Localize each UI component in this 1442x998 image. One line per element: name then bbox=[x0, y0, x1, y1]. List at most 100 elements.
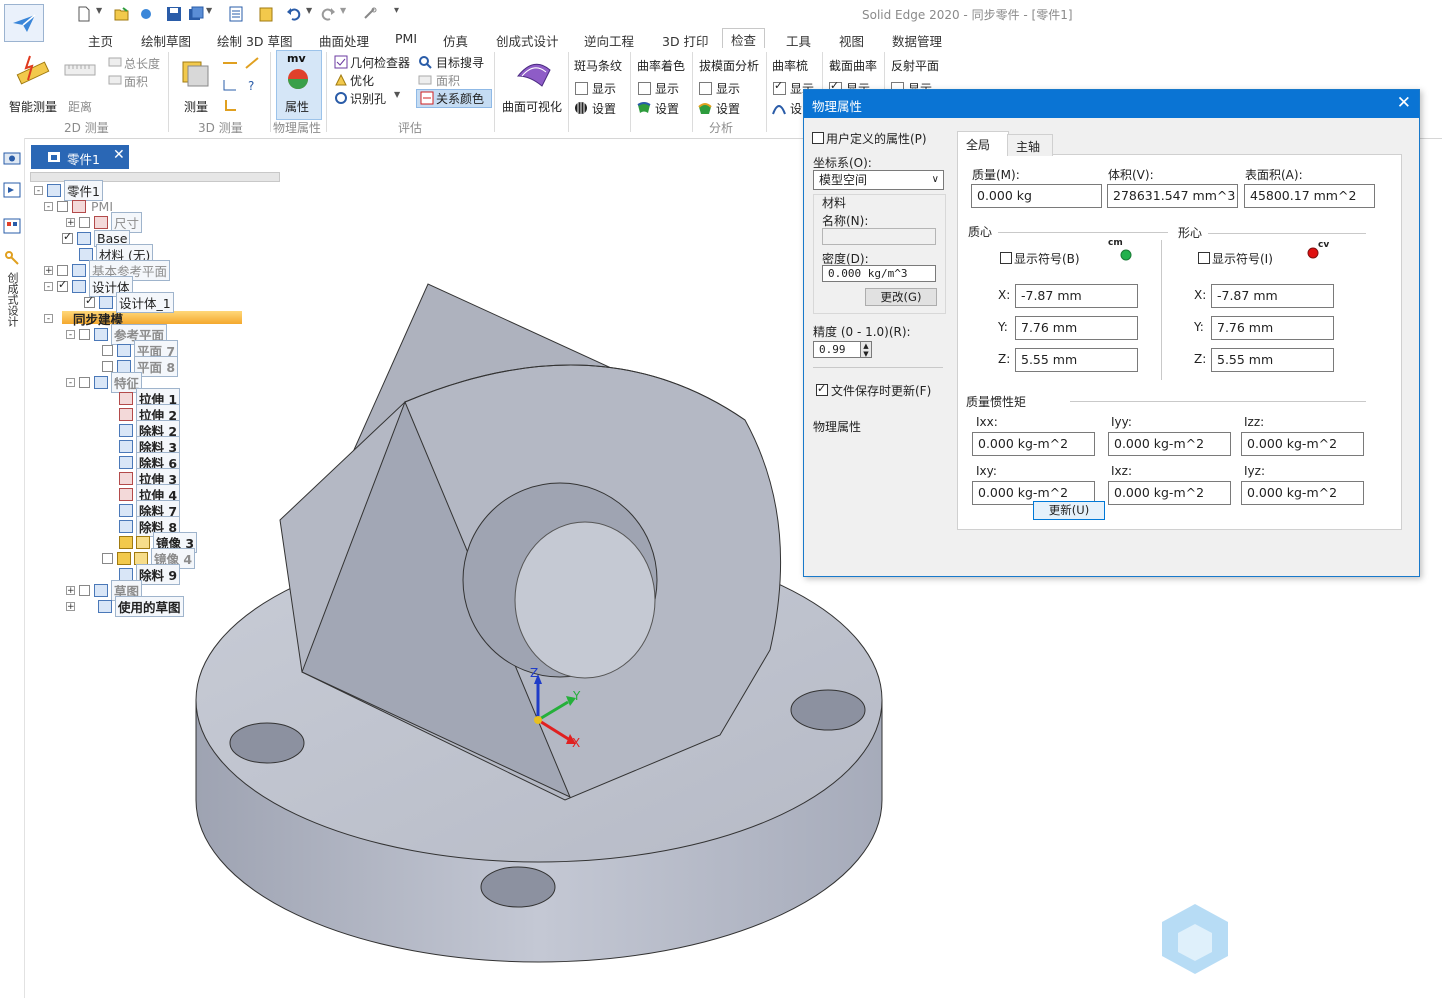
generative-design-label[interactable]: 创成式设计 bbox=[4, 272, 20, 327]
expand-icon[interactable]: + bbox=[44, 265, 53, 275]
curvature-comb-show-checkbox[interactable] bbox=[773, 79, 786, 95]
pathfinder-icon[interactable] bbox=[3, 182, 21, 198]
new-dropdown-icon[interactable]: ▼ bbox=[96, 6, 102, 15]
iyy-field[interactable]: 0.000 kg-m^2 bbox=[1108, 432, 1231, 456]
area-button[interactable]: 面积 bbox=[436, 72, 460, 89]
collapse-icon[interactable]: - bbox=[44, 281, 53, 291]
visibility-checkbox[interactable] bbox=[102, 344, 113, 356]
visibility-checkbox[interactable] bbox=[102, 552, 113, 564]
tree-root[interactable]: - 零件1 bbox=[34, 179, 103, 201]
centroid-x-field[interactable]: -7.87 mm bbox=[1211, 284, 1334, 308]
save-dropdown-icon[interactable]: ▼ bbox=[206, 6, 212, 15]
measure-min-dist-icon[interactable] bbox=[222, 78, 238, 92]
collapse-icon[interactable]: - bbox=[66, 377, 75, 387]
curvature-comb-settings-button[interactable]: 设 bbox=[790, 100, 802, 117]
show-com-symbol-checkbox[interactable] bbox=[1000, 252, 1012, 264]
tab-principal-axes[interactable]: 主轴 bbox=[1007, 134, 1053, 156]
accuracy-spinner[interactable]: ▲ ▼ bbox=[860, 341, 872, 358]
zebra-show-checkbox[interactable] bbox=[575, 82, 588, 95]
optimize-button[interactable]: 优化 bbox=[350, 72, 374, 89]
density-field[interactable]: 0.000 kg/m^3 bbox=[822, 265, 936, 282]
camera-icon[interactable] bbox=[3, 150, 21, 166]
measure-3d-button[interactable]: 测量 bbox=[184, 98, 208, 115]
collapse-icon[interactable]: - bbox=[44, 201, 53, 211]
inspect-help-icon[interactable]: ? bbox=[244, 78, 260, 92]
distance-button[interactable]: 距离 bbox=[68, 98, 92, 115]
total-length-button[interactable]: 总长度 bbox=[124, 55, 160, 72]
com-z-field[interactable]: 5.55 mm bbox=[1015, 348, 1138, 372]
generative-design-icon[interactable] bbox=[4, 250, 20, 266]
document-tab[interactable]: 零件1 ✕ bbox=[31, 145, 129, 169]
volume-field[interactable]: 278631.547 mm^3 bbox=[1107, 184, 1238, 208]
tree-used-sketches[interactable]: + 使用的草图 bbox=[66, 595, 184, 617]
curvature-shading-show-checkbox[interactable] bbox=[638, 82, 651, 95]
identify-holes-dropdown-icon[interactable]: ▼ bbox=[394, 90, 400, 99]
user-defined-checkbox[interactable] bbox=[812, 132, 824, 144]
update-on-save-checkbox[interactable] bbox=[816, 382, 828, 396]
clipboard-icon[interactable] bbox=[258, 6, 274, 22]
update-button[interactable]: 更新(U) bbox=[1033, 501, 1105, 520]
izz-field[interactable]: 0.000 kg-m^2 bbox=[1241, 432, 1364, 456]
change-material-button[interactable]: 更改(G) bbox=[865, 288, 937, 306]
iyz-field[interactable]: 0.000 kg-m^2 bbox=[1241, 481, 1364, 505]
curvature-shading-settings-button[interactable]: 设置 bbox=[655, 100, 679, 117]
ixx-field[interactable]: 0.000 kg-m^2 bbox=[972, 432, 1095, 456]
redo-icon[interactable] bbox=[320, 6, 336, 22]
collapse-icon[interactable]: - bbox=[44, 313, 53, 323]
ixz-field[interactable]: 0.000 kg-m^2 bbox=[1108, 481, 1231, 505]
mass-field[interactable]: 0.000 kg bbox=[971, 184, 1102, 208]
properties-button[interactable]: 属性 bbox=[285, 98, 309, 115]
visibility-checkbox[interactable] bbox=[57, 264, 68, 276]
geometry-checker-button[interactable]: 几何检查器 bbox=[350, 54, 410, 71]
draft-show-checkbox[interactable] bbox=[699, 82, 712, 95]
relation-colors-button[interactable]: 关系颜色 bbox=[436, 90, 484, 107]
tab-pmi[interactable]: PMI bbox=[395, 31, 417, 46]
link-icon[interactable] bbox=[362, 6, 378, 22]
new-file-icon[interactable] bbox=[76, 6, 92, 22]
accuracy-field[interactable]: 0.99 bbox=[813, 341, 861, 358]
expand-icon[interactable]: + bbox=[66, 601, 75, 611]
tab-global[interactable]: 全局 bbox=[957, 131, 1009, 156]
coord-system-select[interactable]: 模型空间 ∨ bbox=[813, 170, 944, 190]
visibility-checkbox[interactable] bbox=[57, 200, 68, 212]
visibility-checkbox[interactable] bbox=[79, 328, 90, 340]
properties-icon[interactable] bbox=[228, 6, 244, 22]
show-centroid-symbol-checkbox[interactable] bbox=[1198, 252, 1210, 264]
visibility-checkbox[interactable] bbox=[57, 278, 68, 292]
measure-point-icon[interactable] bbox=[222, 98, 238, 112]
collapse-icon[interactable]: - bbox=[34, 185, 43, 195]
measure-dist-3d-icon[interactable] bbox=[222, 56, 238, 70]
dialog-title-bar[interactable]: 物理属性 ✕ bbox=[804, 90, 1419, 118]
zebra-settings-button[interactable]: 设置 bbox=[592, 100, 616, 117]
tree-features[interactable]: - 特征 bbox=[66, 371, 143, 393]
visibility-checkbox[interactable] bbox=[79, 584, 90, 596]
visibility-checkbox[interactable] bbox=[79, 376, 90, 388]
surface-visualization-button[interactable]: 曲面可视化 bbox=[502, 98, 562, 115]
identify-holes-button[interactable]: 识别孔 bbox=[350, 90, 386, 107]
customize-qa-icon[interactable]: ▾ bbox=[394, 5, 399, 16]
visibility-checkbox[interactable] bbox=[62, 230, 73, 244]
expand-icon[interactable]: + bbox=[66, 585, 75, 595]
draft-settings-button[interactable]: 设置 bbox=[716, 100, 740, 117]
collapse-icon[interactable]: - bbox=[66, 329, 75, 339]
visibility-checkbox[interactable] bbox=[84, 294, 95, 308]
close-icon[interactable]: ✕ bbox=[1397, 93, 1411, 113]
centroid-y-field[interactable]: 7.76 mm bbox=[1211, 316, 1334, 340]
recent-icon[interactable] bbox=[138, 6, 154, 22]
com-y-field[interactable]: 7.76 mm bbox=[1015, 316, 1138, 340]
save-icon[interactable] bbox=[166, 6, 182, 22]
open-file-icon[interactable] bbox=[114, 6, 130, 22]
centroid-z-field[interactable]: 5.55 mm bbox=[1211, 348, 1334, 372]
save-all-icon[interactable] bbox=[188, 6, 204, 22]
smart-measure-button[interactable]: 智能测量 bbox=[9, 98, 57, 115]
layers-icon[interactable] bbox=[3, 218, 21, 234]
area-measure-button[interactable]: 面积 bbox=[124, 73, 148, 90]
tree-pmi[interactable]: - PMI bbox=[44, 198, 115, 214]
redo-dropdown-icon[interactable]: ▼ bbox=[340, 6, 346, 15]
tree-dimensions[interactable]: + 尺寸 bbox=[66, 211, 143, 233]
measure-angle-3d-icon[interactable] bbox=[244, 56, 260, 70]
undo-dropdown-icon[interactable]: ▼ bbox=[306, 6, 312, 15]
target-search-button[interactable]: 目标搜寻 bbox=[436, 54, 484, 71]
surface-area-field[interactable]: 45800.17 mm^2 bbox=[1244, 184, 1375, 208]
close-tab-icon[interactable]: ✕ bbox=[113, 147, 125, 163]
